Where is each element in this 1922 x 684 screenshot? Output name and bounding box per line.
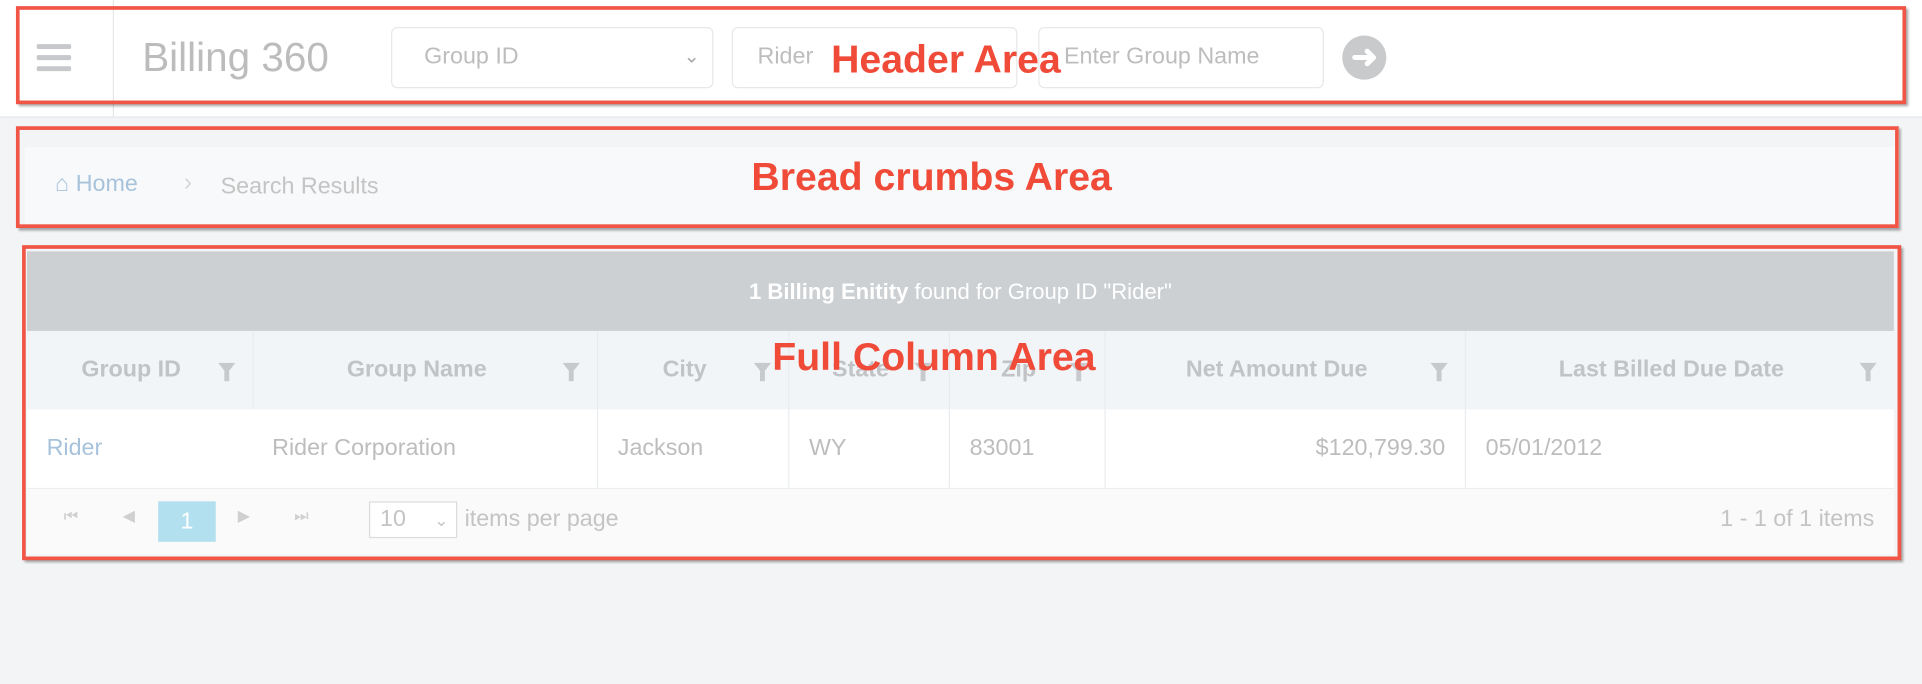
annotation-label-grid: Full Column Area	[772, 334, 1096, 379]
page: Billing 360 Group ID ⌄ Rider Enter Group …	[0, 0, 1922, 684]
annotation-label-header: Header Area	[831, 36, 1061, 81]
annotation-label-breadcrumbs: Bread crumbs Area	[751, 154, 1112, 199]
annotation-box-grid	[22, 245, 1902, 561]
